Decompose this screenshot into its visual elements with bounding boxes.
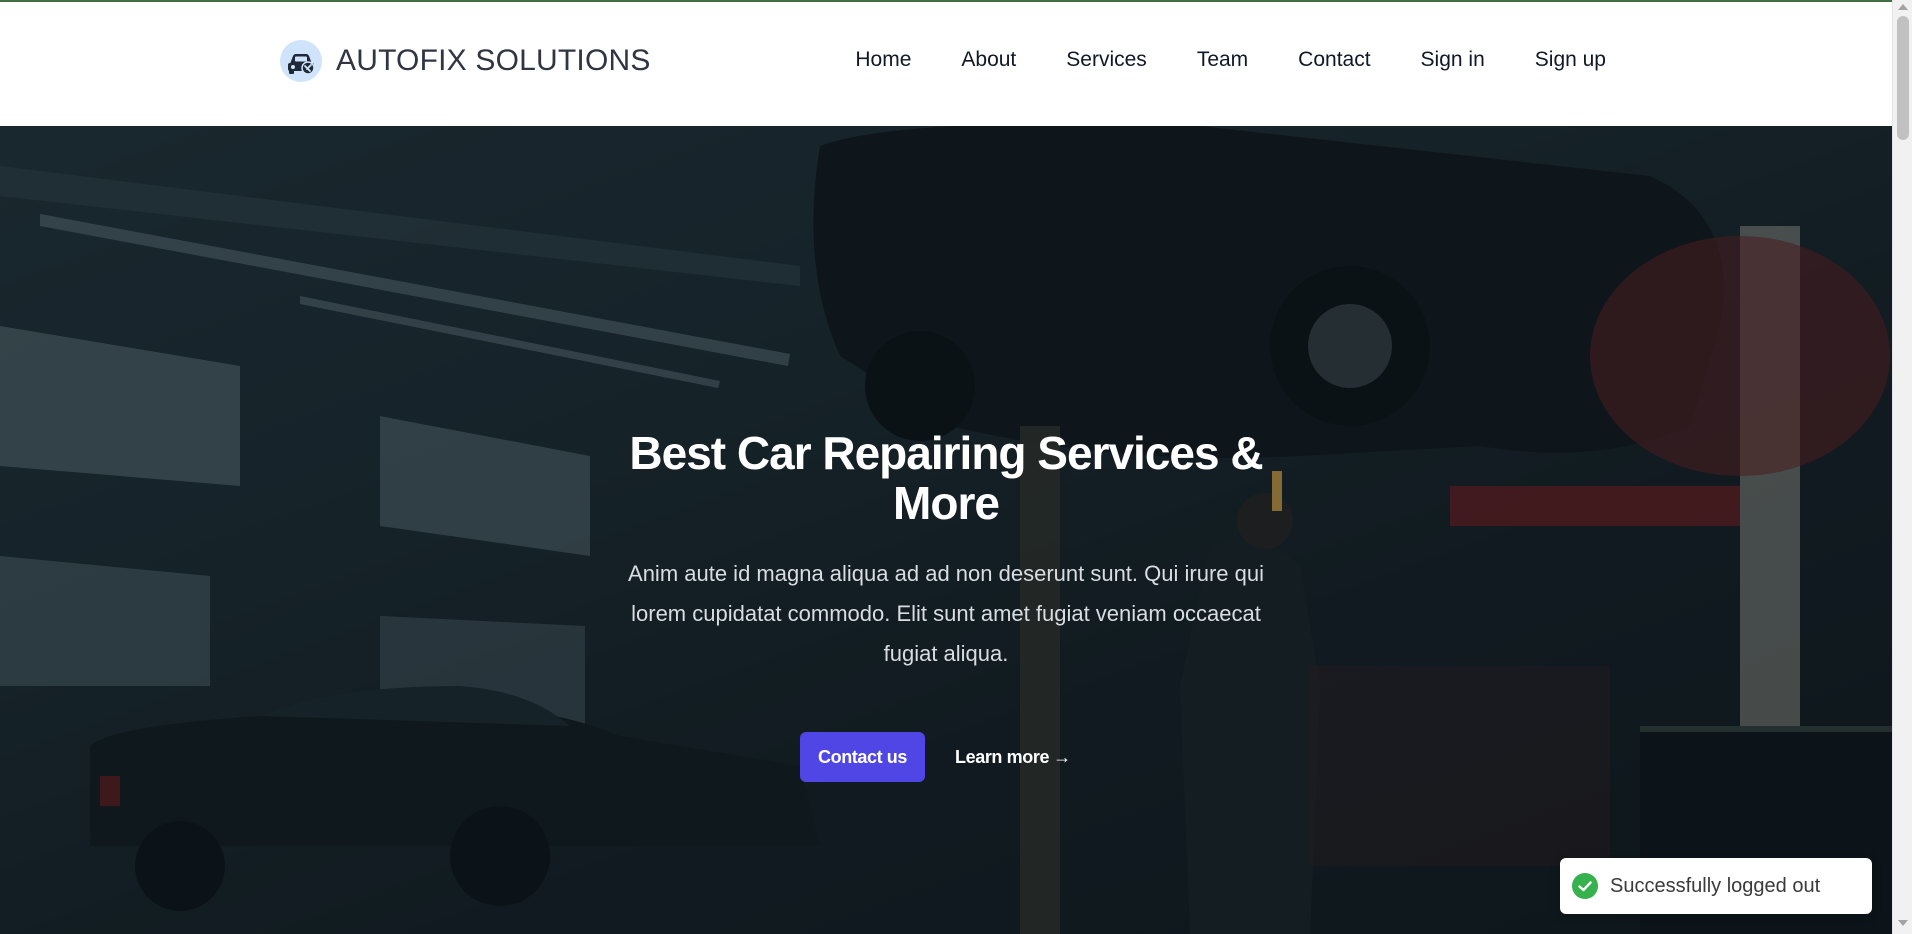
vertical-scrollbar[interactable]	[1892, 0, 1912, 934]
nav-contact[interactable]: Contact	[1298, 48, 1370, 72]
toast-message: Successfully logged out	[1610, 874, 1821, 897]
hero-content: Best Car Repairing Services & More Anim …	[596, 428, 1296, 674]
hero-description: Anim aute id magna aliqua ad ad non dese…	[628, 561, 1264, 666]
scroll-up-icon[interactable]	[1898, 4, 1908, 10]
learn-more-label: Learn more	[955, 746, 1050, 767]
car-repair-icon	[280, 40, 322, 82]
hero-actions: Contact us Learn more →	[800, 732, 1071, 782]
landing-page: AUTOFIX SOLUTIONS Home About Services Te…	[0, 0, 1892, 934]
hero-section: Best Car Repairing Services & More Anim …	[0, 126, 1892, 934]
check-circle-icon	[1572, 873, 1598, 899]
navbar: AUTOFIX SOLUTIONS Home About Services Te…	[0, 2, 1892, 126]
nav-team[interactable]: Team	[1197, 48, 1248, 72]
contact-us-button[interactable]: Contact us	[800, 732, 926, 782]
toast-notification[interactable]: Successfully logged out	[1560, 858, 1872, 914]
scroll-thumb[interactable]	[1897, 16, 1909, 140]
arrow-right-icon: →	[1053, 746, 1071, 767]
scroll-down-icon[interactable]	[1898, 920, 1908, 926]
hero-title: Best Car Repairing Services & More	[629, 427, 1263, 529]
nav-sign-up[interactable]: Sign up	[1535, 48, 1606, 72]
main-nav: Home About Services Team Contact Sign in…	[855, 48, 1606, 72]
nav-about[interactable]: About	[961, 48, 1016, 72]
brand-name: AUTOFIX SOLUTIONS	[336, 44, 651, 77]
nav-sign-in[interactable]: Sign in	[1421, 48, 1485, 72]
nav-services[interactable]: Services	[1066, 48, 1147, 72]
learn-more-link[interactable]: Learn more →	[955, 747, 1071, 768]
brand[interactable]: AUTOFIX SOLUTIONS	[280, 40, 651, 82]
nav-home[interactable]: Home	[855, 48, 911, 72]
